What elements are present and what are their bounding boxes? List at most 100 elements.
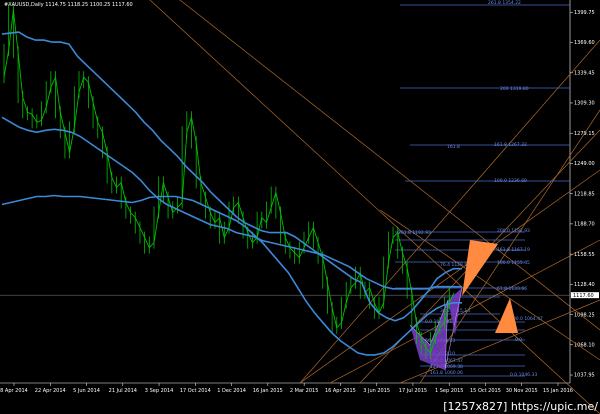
price-candle-body bbox=[78, 77, 85, 93]
fib-label: 0.0 1046.33 bbox=[510, 372, 537, 378]
y-tick-label: 1339.45 bbox=[574, 70, 595, 76]
price-candle-body bbox=[73, 92, 80, 128]
y-tick-label: 1037.95 bbox=[574, 373, 595, 379]
trend-line bbox=[149, 0, 600, 414]
y-tick-label: 1068.10 bbox=[574, 342, 595, 348]
price-candle-body bbox=[148, 242, 155, 248]
trend-line bbox=[299, 39, 600, 384]
price-candle-body bbox=[214, 217, 220, 223]
x-tick-label: 1 Sep 2015 bbox=[435, 388, 464, 394]
price-candle-body bbox=[275, 192, 282, 213]
x-tick-label: 17 Oct 2014 bbox=[180, 388, 211, 394]
x-tick-label: 16 Apr 2015 bbox=[325, 388, 356, 394]
price-candle-body bbox=[341, 302, 347, 323]
price-candle-body bbox=[256, 217, 263, 238]
x-tick-label: 15 Jan 2016 bbox=[543, 388, 573, 394]
price-candle-body bbox=[308, 227, 314, 238]
x-tick-label: 22 Apr 2014 bbox=[35, 388, 66, 394]
price-candle-body bbox=[55, 77, 61, 113]
y-tick-label: 1369.60 bbox=[574, 40, 595, 46]
price-candle-body bbox=[378, 302, 385, 314]
price-candle-body bbox=[322, 257, 328, 283]
price-candle-body bbox=[69, 127, 75, 153]
price-candle-body bbox=[350, 282, 356, 289]
fib-label: 100.0 1155.45 bbox=[497, 260, 530, 266]
price-candle-body bbox=[162, 182, 169, 198]
x-tick-label: 15 Oct 2015 bbox=[470, 388, 501, 394]
price-candle-body bbox=[186, 117, 192, 133]
price-candle-body bbox=[17, 52, 24, 98]
fib-label: 100.0 1236.69 bbox=[494, 178, 527, 184]
price-candle-body bbox=[294, 252, 300, 258]
fib-label: 0.0 bbox=[515, 337, 522, 343]
fib-label: 161.8 1167.19 bbox=[497, 247, 530, 253]
price-candle-body bbox=[247, 232, 253, 243]
price-candle-body bbox=[3, 50, 10, 78]
price-candle-body bbox=[125, 202, 131, 213]
price-candle-body bbox=[27, 111, 33, 115]
price-candle-body bbox=[336, 322, 342, 329]
price-candle-body bbox=[233, 202, 239, 208]
x-tick-label: 2 Mar 2015 bbox=[290, 388, 319, 394]
price-candle-body bbox=[387, 237, 394, 263]
price-candle-body bbox=[209, 212, 216, 223]
price-candle-body bbox=[31, 114, 38, 123]
price-candle-body bbox=[36, 119, 42, 123]
fib-label: 200 1319.80 bbox=[500, 86, 529, 92]
price-candle-body bbox=[101, 132, 108, 153]
bollinger-band-line bbox=[1, 194, 462, 356]
price-candle-body bbox=[158, 182, 164, 213]
y-tick-label: 1128.40 bbox=[574, 282, 595, 288]
price-candle-body bbox=[45, 87, 52, 108]
price-candle-body bbox=[191, 117, 197, 143]
symbol-info: #XAUUSD,Daily 1114.75 1118.25 1100.25 11… bbox=[4, 2, 133, 8]
price-candle-body bbox=[8, 9, 14, 51]
price-candle-body bbox=[280, 212, 286, 238]
x-tick-label: 1 Dec 2014 bbox=[217, 388, 246, 394]
x-tick-label: 21 Jul 2014 bbox=[109, 388, 137, 394]
fib-label: 200.0 1192.93 bbox=[497, 228, 530, 234]
price-candle-body bbox=[237, 202, 244, 218]
price-candle-body bbox=[266, 207, 272, 223]
price-candle-body bbox=[130, 212, 136, 218]
price-candle-body bbox=[261, 217, 267, 223]
fib-label: 161.8 1267.32 bbox=[494, 142, 527, 148]
x-tick-label: 8 Apr 2014 bbox=[0, 388, 28, 394]
y-tick-label: 1309.30 bbox=[574, 101, 595, 107]
y-tick-label: 1399.75 bbox=[574, 10, 595, 16]
sell-arrow-icon bbox=[462, 240, 498, 296]
price-candle-body bbox=[64, 132, 71, 153]
watermark-text: [1257x827] https://upic.me/ bbox=[443, 400, 598, 413]
price-candle-body bbox=[50, 77, 56, 88]
price-candle-body bbox=[116, 182, 122, 188]
x-tick-label: 3 Jun 2015 bbox=[363, 388, 390, 394]
price-candle-body bbox=[83, 76, 89, 83]
price-candle-body bbox=[92, 102, 99, 123]
fib-label: 161.8 bbox=[447, 144, 460, 150]
target-arrow-icon bbox=[495, 298, 518, 333]
y-tick-label: 1158.55 bbox=[574, 252, 595, 258]
price-candle-body bbox=[87, 82, 94, 103]
price-candle-body bbox=[177, 202, 183, 208]
price-chart[interactable]: 1399.751369.601339.451309.301279.151249.… bbox=[0, 0, 600, 414]
price-candle-body bbox=[12, 9, 19, 53]
price-candle-body bbox=[139, 227, 146, 238]
price-candle-body bbox=[153, 212, 160, 243]
price-candle-body bbox=[270, 192, 277, 208]
y-tick-label: 1218.85 bbox=[574, 191, 595, 197]
fib-label: 61.8 1133.66 bbox=[497, 286, 527, 292]
y-tick-label: 1188.70 bbox=[574, 222, 595, 228]
x-tick-label: 17 Jul 2015 bbox=[399, 388, 427, 394]
y-tick-label: 1249.00 bbox=[574, 161, 595, 167]
x-tick-label: 5 Jun 2014 bbox=[73, 388, 100, 394]
price-candle-body bbox=[111, 177, 117, 188]
price-candle-body bbox=[120, 182, 127, 203]
price-candle-body bbox=[205, 197, 211, 213]
price-candle-body bbox=[41, 107, 47, 121]
fib-label: 261.8 1354.22 bbox=[488, 0, 521, 6]
fib-label: 161.8 1060.06 bbox=[430, 370, 463, 376]
current-price-label: 1117.60 bbox=[573, 293, 594, 299]
fib-label: 261.8 1192.93 bbox=[398, 230, 431, 236]
price-candle-body bbox=[97, 122, 103, 133]
chart-canvas: 1399.751369.601339.451309.301279.151249.… bbox=[0, 0, 600, 414]
